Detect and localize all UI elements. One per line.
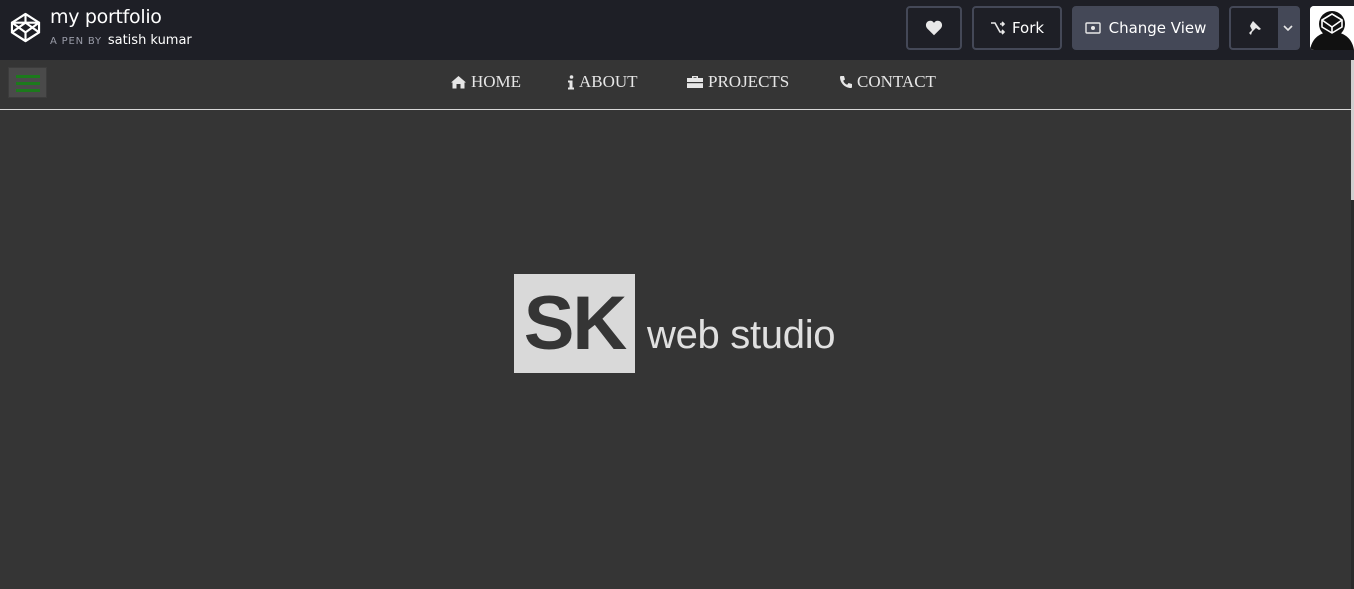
codepen-logo-icon[interactable] (10, 12, 41, 43)
hamburger-line (16, 75, 40, 78)
heart-icon (925, 20, 943, 36)
pen-byline: A PEN BY satish kumar (50, 33, 192, 48)
change-view-button[interactable]: Change View (1072, 6, 1219, 50)
pen-title[interactable]: my portfolio (50, 6, 162, 28)
change-view-label: Change View (1108, 19, 1207, 37)
hamburger-line (16, 82, 40, 85)
pin-icon (1248, 21, 1261, 35)
avatar-image (1310, 6, 1354, 50)
nav-home[interactable]: HOME (450, 72, 521, 92)
pin-button[interactable] (1229, 6, 1300, 50)
chevron-down-icon (1283, 25, 1293, 31)
pen-author-link[interactable]: satish kumar (108, 33, 192, 48)
home-icon (451, 76, 466, 89)
codepen-header: my portfolio A PEN BY satish kumar Fork … (0, 0, 1354, 60)
view-icon (1084, 22, 1101, 34)
nav-about-label: ABOUT (579, 72, 638, 91)
hamburger-line (16, 89, 40, 92)
pen-by-label: A PEN BY (50, 36, 102, 47)
nav-contact-label: CONTACT (857, 72, 936, 91)
nav-about[interactable]: ABOUT (567, 72, 638, 92)
like-button[interactable] (906, 6, 962, 50)
logo-text: web studio (647, 313, 836, 357)
site-navbar: HOME ABOUT PROJECTS CONTACT (0, 60, 1351, 110)
nav-projects[interactable]: PROJECTS (686, 72, 789, 92)
menu-toggle-button[interactable] (8, 67, 47, 98)
info-icon (568, 74, 574, 89)
logo-mark: SK (514, 274, 635, 373)
user-avatar[interactable] (1310, 6, 1354, 50)
fork-label: Fork (1011, 19, 1045, 37)
briefcase-icon (687, 76, 703, 88)
nav-home-label: HOME (471, 72, 522, 91)
fork-button[interactable]: Fork (972, 6, 1062, 50)
pin-action[interactable] (1231, 8, 1278, 48)
pin-dropdown[interactable] (1278, 8, 1298, 48)
fork-icon (990, 21, 1006, 35)
pen-preview: HOME ABOUT PROJECTS CONTACT SK web studi… (0, 60, 1354, 589)
nav-contact[interactable]: CONTACT (839, 72, 936, 92)
phone-icon (840, 76, 852, 88)
nav-projects-label: PROJECTS (708, 72, 790, 91)
